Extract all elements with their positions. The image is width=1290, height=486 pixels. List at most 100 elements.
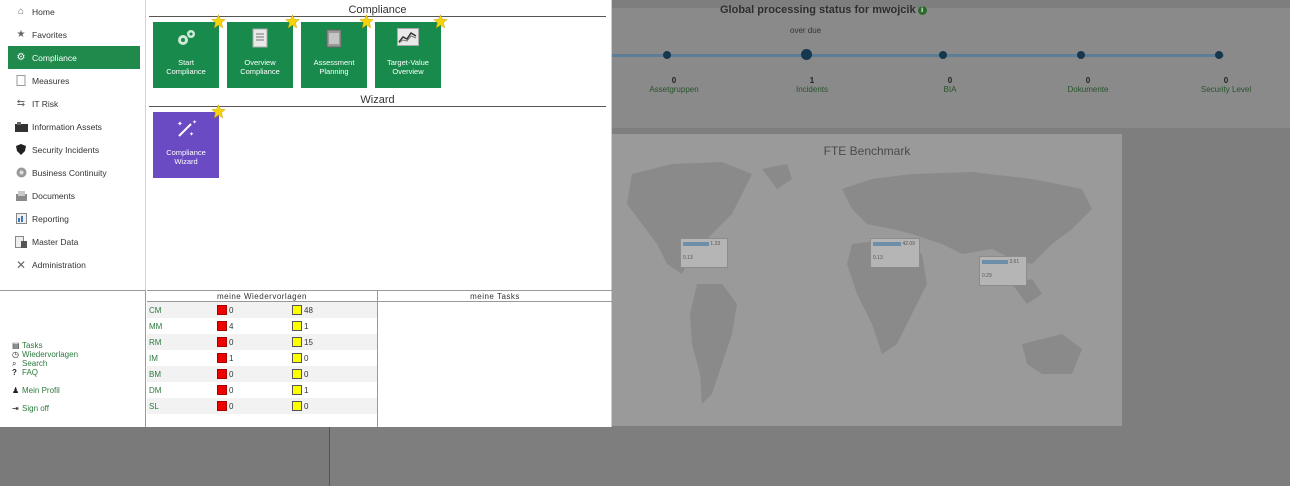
table-row[interactable]: SL 0 0 [147,398,377,414]
map-title: FTE Benchmark [823,144,911,158]
wiedervorlagen-table: CM 0 48 MM 4 1 RM 0 15 IM 1 0 BM 0 0 DM … [147,302,377,414]
tile-assessment-planning[interactable]: Assessment Planning [301,14,374,88]
quick-link-profile[interactable]: ♟ Mein Profil [12,386,78,395]
favorite-star-icon[interactable] [211,104,226,119]
quick-link-sign-off[interactable]: ⇥ Sign off [12,404,78,413]
user-icon: ♟ [12,386,20,395]
quick-link-search[interactable]: ⌕ Search [12,359,78,368]
pending-indicator [292,321,302,331]
table-row[interactable]: BM 0 0 [147,366,377,382]
line-chart-icon [375,28,441,48]
master-data-icon [14,235,28,248]
quick-link-faq[interactable]: ? FAQ [12,368,78,377]
pending-indicator [292,401,302,411]
tile-target-value-overview[interactable]: Target-Value Overview [375,14,448,88]
pending-indicator [292,385,302,395]
favorite-star-icon[interactable] [211,14,226,29]
stat-assetgruppen[interactable]: 0 Assetgruppen [634,76,714,94]
stat-dokumente[interactable]: 0 Dokumente [1048,76,1128,94]
sidebar-item-it-risk[interactable]: ⇆ IT Risk [0,92,145,115]
sidebar-item-master-data[interactable]: Master Data [0,230,145,253]
tile-compliance-wizard[interactable]: ✦ ✦ ✦ Compliance Wizard [153,104,226,178]
gears-icon [153,28,219,48]
info-icon[interactable]: i [917,6,927,15]
sidebar-item-information-assets[interactable]: Information Assets [0,115,145,138]
timeline-dot [939,51,947,59]
documents-icon [14,190,28,201]
shield-icon [14,144,28,155]
table-row[interactable]: RM 0 15 [147,334,377,350]
network-icon: ⇆ [16,98,26,109]
pending-indicator [292,305,302,315]
processing-status-panel [612,8,1290,128]
world-map [627,162,1092,404]
overdue-indicator [217,401,227,411]
home-icon: ⌂ [17,6,25,17]
tools-icon: ✕ [15,257,27,272]
background-footer-right [330,426,612,486]
quick-link-tasks[interactable]: ▤ Tasks [12,341,78,350]
timeline-dot [1077,51,1085,59]
sidebar-item-home[interactable]: ⌂ Home [0,0,145,23]
report-icon [14,213,28,224]
background-footer-left [0,426,330,486]
table-row[interactable]: DM 0 1 [147,382,377,398]
overdue-indicator [217,321,227,331]
processing-status-title: Global processing status for mwojcik i [720,4,927,16]
tile-start-compliance[interactable]: Start Compliance [153,14,226,88]
pending-indicator [292,337,302,347]
star-icon: ★ [16,29,26,40]
svg-text:✦: ✦ [192,119,197,126]
quick-links-panel: ▤ Tasks ◷ Wiedervorlagen ⌕ Search ? FAQ ♟ Mei… [0,290,146,427]
stat-incidents[interactable]: 1 Incidents [772,76,852,94]
sidebar-item-favorites[interactable]: ★ Favorites [0,23,145,46]
overdue-indicator [217,369,227,379]
search-icon: ⌕ [12,359,17,368]
wiedervorlagen-heading: meine Wiedervorlagen [147,291,377,302]
favorite-star-icon[interactable] [285,14,300,29]
main-menu-overlay: ⌂ Home ★ Favorites ⚙ Compliance Measures ⇆ I… [0,0,612,427]
processing-status-subtitle: over due [790,26,822,35]
tile-overview-compliance[interactable]: Overview Compliance [227,14,300,88]
quick-link-wiedervorlagen[interactable]: ◷ Wiedervorlagen [12,350,78,359]
tasks-panel: meine Tasks [378,290,612,427]
sidebar-item-compliance[interactable]: ⚙ Compliance [8,46,140,69]
timeline-dot [663,51,671,59]
sidebar-item-measures[interactable]: Measures [0,69,145,92]
benchmark-box: 42.09 0.13 [870,238,920,268]
stat-security-level[interactable]: 0 Security Level [1186,76,1266,94]
sidebar-item-reporting[interactable]: Reporting [0,207,145,230]
assets-icon [14,121,28,132]
compliance-tiles: Start Compliance Overview Compliance Asses… [147,14,612,90]
timeline-dot [801,49,812,60]
table-row[interactable]: IM 1 0 [147,350,377,366]
timeline-dot [1215,51,1223,59]
benchmark-box: 1.33 0.13 [680,238,728,268]
overdue-indicator [217,305,227,315]
clipboard-icon [227,28,293,48]
benchmark-box: 3.61 0.29 [979,256,1027,286]
sign-off-icon: ⇥ [12,404,19,413]
sidebar-item-security-incidents[interactable]: Security Incidents [0,138,145,161]
sidebar-item-administration[interactable]: ✕ Administration [0,253,145,276]
pending-indicator [292,369,302,379]
clock-icon: ◷ [12,350,19,359]
overdue-indicator [217,353,227,363]
gears-icon: ⚙ [16,52,26,63]
svg-text:✦: ✦ [177,120,183,128]
stat-bia[interactable]: 0 BIA [910,76,990,94]
table-row[interactable]: MM 4 1 [147,318,377,334]
status-timeline [612,54,1224,57]
favorite-star-icon[interactable] [433,14,448,29]
table-row[interactable]: CM 0 48 [147,302,377,318]
favorite-star-icon[interactable] [359,14,374,29]
sidebar-item-business-continuity[interactable]: Business Continuity [0,161,145,184]
document-icon [14,75,28,86]
svg-text:✦: ✦ [189,131,194,138]
wizard-tiles: ✦ ✦ ✦ Compliance Wizard [147,104,612,180]
overdue-indicator [217,385,227,395]
continuity-icon [14,167,28,178]
list-icon: ▤ [12,341,20,350]
fte-benchmark-panel: FTE Benchmark 1.33 0.13 42.09 0.13 3.61 … [612,134,1122,426]
sidebar-item-documents[interactable]: Documents [0,184,145,207]
